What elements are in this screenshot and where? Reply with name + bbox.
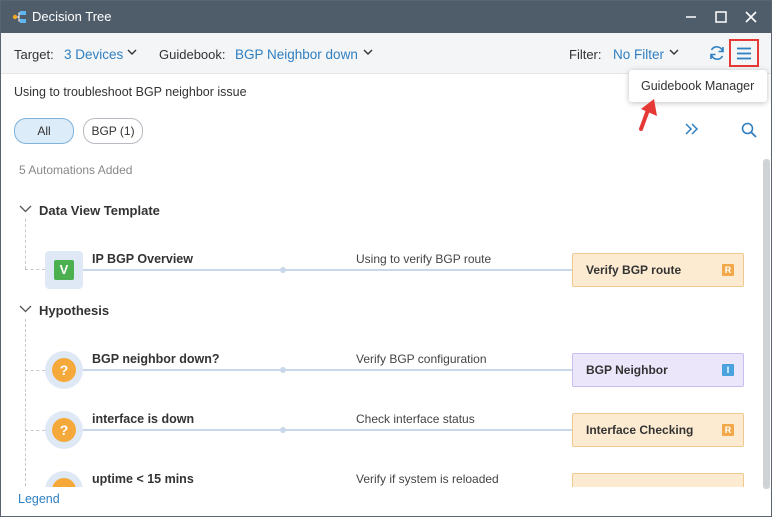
automation-description: Check interface status xyxy=(356,412,475,426)
double-chevron-right-icon[interactable] xyxy=(685,123,699,135)
data-view-template-icon: V xyxy=(45,251,83,289)
legend-link[interactable]: Legend xyxy=(18,492,60,506)
close-button[interactable] xyxy=(741,7,761,27)
collapse-chevron-icon[interactable] xyxy=(19,305,32,313)
template-letter: V xyxy=(59,262,69,277)
refresh-icon[interactable] xyxy=(708,44,726,62)
guidebook-dropdown[interactable]: BGP Neighbor down xyxy=(235,47,358,62)
decision-tree-window: Decision Tree Target: 3 Devices Guideboo… xyxy=(0,0,772,517)
minimize-button[interactable] xyxy=(681,7,701,27)
runbook-card[interactable]: Interface Checking R xyxy=(572,413,744,447)
tooltip-text: Guidebook Manager xyxy=(641,79,755,93)
connector-line xyxy=(83,269,572,271)
footer-bar xyxy=(1,487,771,516)
filter-label: Filter: xyxy=(569,47,602,62)
target-chevron-down-icon[interactable] xyxy=(127,49,137,56)
target-label: Target: xyxy=(14,47,54,62)
question-mark: ? xyxy=(59,422,69,438)
guidebook-chevron-down-icon[interactable] xyxy=(363,49,373,56)
filter-dropdown[interactable]: No Filter xyxy=(613,47,664,62)
vertical-scrollbar[interactable] xyxy=(763,159,770,489)
target-dropdown[interactable]: 3 Devices xyxy=(64,47,123,62)
tree-line xyxy=(25,219,26,269)
guidebook-description: Using to troubleshoot BGP neighbor issue xyxy=(14,85,247,99)
menu-icon xyxy=(737,47,751,60)
runbook-card[interactable]: Verify BGP route R xyxy=(572,253,744,287)
runbook-badge-icon: R xyxy=(722,424,734,436)
card-label: Verify BGP route xyxy=(586,263,682,277)
guidebook-label: Guidebook: xyxy=(159,47,226,62)
minimize-icon xyxy=(686,16,696,18)
title-bar: Decision Tree xyxy=(1,1,771,33)
toolbar: Target: 3 Devices Guidebook: BGP Neighbo… xyxy=(1,33,771,74)
connector-line xyxy=(83,429,572,431)
automation-description: Verify if system is reloaded xyxy=(356,472,499,486)
collapse-chevron-icon[interactable] xyxy=(19,205,32,213)
card-label: BGP Neighbor xyxy=(586,363,668,377)
question-icon: ? xyxy=(45,411,83,449)
decision-tree-app-icon xyxy=(12,11,26,23)
question-icon: ? xyxy=(45,351,83,389)
question-mark: ? xyxy=(59,362,69,378)
filter-chevron-down-icon[interactable] xyxy=(669,49,679,56)
tree-line xyxy=(25,319,26,491)
search-icon[interactable] xyxy=(741,122,757,138)
connector-dot xyxy=(280,267,286,273)
automation-description: Using to verify BGP route xyxy=(356,252,492,266)
section-title[interactable]: Data View Template xyxy=(39,203,160,218)
annotation-arrow-icon xyxy=(639,99,657,131)
automation-name[interactable]: uptime < 15 mins xyxy=(92,472,194,486)
filter-bgp-pill[interactable]: BGP (1) xyxy=(83,118,143,144)
info-badge-icon: I xyxy=(722,364,734,376)
maximize-button[interactable] xyxy=(711,7,731,27)
automation-name[interactable]: interface is down xyxy=(92,412,194,426)
automation-description: Verify BGP configuration xyxy=(356,352,487,366)
runbook-card[interactable]: BGP Neighbor I xyxy=(572,353,744,387)
runbook-badge-icon: R xyxy=(722,264,734,276)
connector-dot xyxy=(280,367,286,373)
maximize-icon xyxy=(715,11,727,23)
tree-line xyxy=(25,269,45,270)
guidebook-menu-button[interactable] xyxy=(729,39,759,67)
automation-name[interactable]: IP BGP Overview xyxy=(92,252,193,266)
tree-line xyxy=(25,370,45,371)
connector-line xyxy=(83,369,572,371)
automation-name[interactable]: BGP neighbor down? xyxy=(92,352,220,366)
connector-dot xyxy=(280,427,286,433)
section-title[interactable]: Hypothesis xyxy=(39,303,109,318)
automation-count: 5 Automations Added xyxy=(19,163,133,177)
card-label: Interface Checking xyxy=(586,423,694,437)
tree-line xyxy=(25,430,45,431)
filter-all-pill[interactable]: All xyxy=(14,118,74,144)
window-title: Decision Tree xyxy=(32,9,112,24)
close-icon xyxy=(745,11,757,23)
